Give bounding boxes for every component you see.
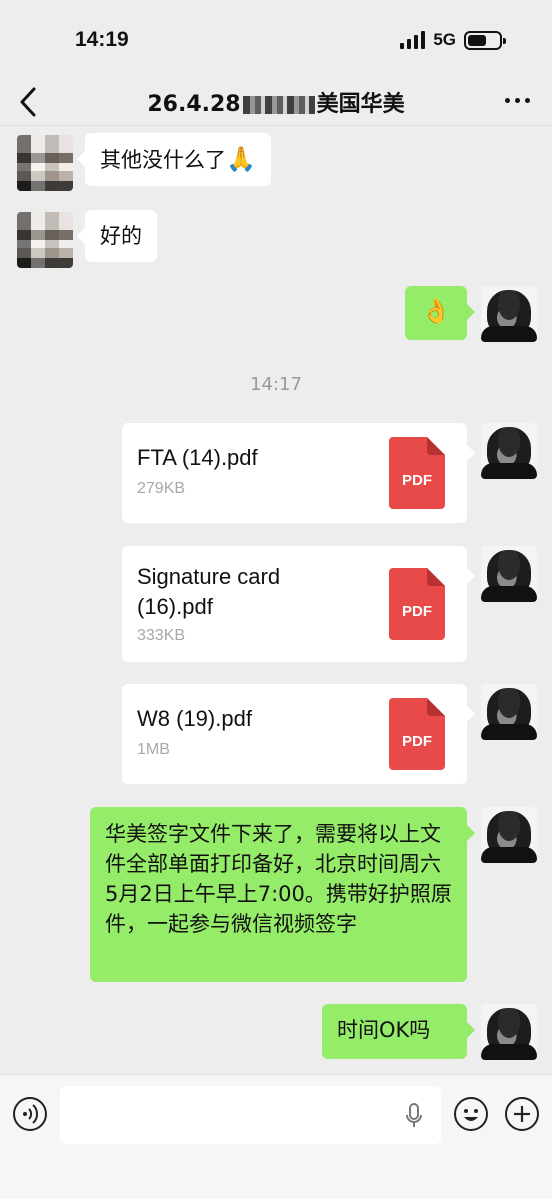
contact-avatar[interactable] [17,212,73,268]
redacted-name [242,96,315,114]
chat-title-prefix: 26.4.28 [147,92,241,117]
my-avatar[interactable] [481,1004,537,1060]
more-button[interactable] [505,98,530,103]
chat-title-suffix: 美国华美 [316,92,405,117]
my-avatar[interactable] [481,684,537,740]
input-bar [0,1074,552,1199]
file-size: 333KB [137,627,186,644]
message-bubble[interactable]: 其他没什么了🙏 [77,133,271,186]
network-type: 5G [433,30,456,49]
message-bubble[interactable]: 时间OK吗 [322,1004,475,1059]
message-text: 好的 [100,224,142,248]
file-message[interactable]: W8 (19).pdf 1MB PDF [122,684,475,784]
pdf-file-icon: PDF [389,698,445,770]
status-bar: 14:19 5G [0,0,552,78]
pdf-file-icon: PDF [389,437,445,509]
message-bubble[interactable]: 👌 [405,286,475,340]
voice-button[interactable] [13,1097,47,1131]
battery-icon [464,30,506,50]
pray-emoji-icon: 🙏 [226,145,256,173]
plus-icon [514,1106,530,1122]
voice-icon [23,1104,39,1124]
status-time: 14:19 [75,28,129,51]
signal-icon [400,31,426,49]
ok-hand-emoji-icon: 👌 [421,297,451,325]
file-message[interactable]: FTA (14).pdf 279KB PDF [122,423,475,523]
my-avatar[interactable] [481,807,537,863]
message-bubble[interactable]: 好的 [77,210,157,262]
more-functions-button[interactable] [505,1097,539,1131]
message-text: 时间OK吗 [337,1018,431,1042]
chat-title: 26.4.28 美国华美 [0,86,552,118]
file-name: Signature card (16).pdf [137,564,281,619]
status-indicators: 5G [400,30,506,50]
emoji-button[interactable] [454,1097,488,1131]
emoji-icon [464,1109,478,1121]
file-name: W8 (19).pdf [137,706,252,731]
message-timestamp: 14:17 [250,374,302,395]
message-text: 其他没什么了 [100,148,226,172]
pdf-file-icon: PDF [389,568,445,640]
file-size: 1MB [137,741,170,758]
chat-header: 26.4.28 美国华美 [0,78,552,126]
svg-text:PDF: PDF [402,472,432,489]
more-dots-icon [505,98,510,103]
my-avatar[interactable] [481,423,537,479]
message-bubble[interactable]: 华美签字文件下来了，需要将以上文件全部单面打印备好，北京时间周六5月2日上午早上… [90,807,475,982]
svg-text:PDF: PDF [402,603,432,620]
contact-avatar[interactable] [17,135,73,191]
file-message[interactable]: Signature card (16).pdf 333KB PDF [122,546,475,662]
mic-icon[interactable] [404,1103,424,1129]
my-avatar[interactable] [481,286,537,342]
svg-text:PDF: PDF [402,733,432,750]
file-name: FTA (14).pdf [137,445,258,470]
message-input[interactable] [60,1086,441,1144]
my-avatar[interactable] [481,546,537,602]
message-text: 华美签字文件下来了，需要将以上文件全部单面打印备好，北京时间周六5月2日上午早上… [105,822,452,936]
file-size: 279KB [137,480,186,497]
message-list[interactable]: 其他没什么了🙏 好的 👌 14:17 FTA (14).pdf 279KB PD… [0,127,552,1074]
